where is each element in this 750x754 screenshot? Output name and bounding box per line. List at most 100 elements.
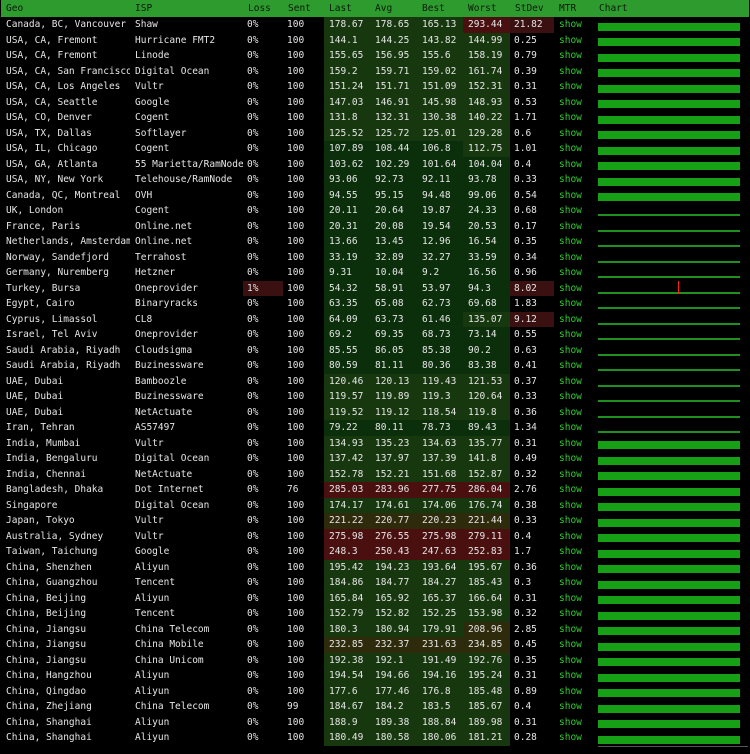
col-worst[interactable]: Worst	[463, 0, 510, 17]
cell-isp: Google	[135, 96, 170, 108]
mtr-show-link[interactable]: show	[554, 95, 594, 111]
latency-sparkline	[598, 673, 740, 682]
mtr-show-link[interactable]: show	[554, 17, 594, 33]
col-best[interactable]: Best	[417, 0, 463, 17]
mtr-show-link[interactable]: show	[554, 498, 594, 514]
mtr-show-link[interactable]: show	[554, 219, 594, 235]
cell-worst: 129.28	[463, 125, 510, 141]
mtr-show-link[interactable]: show	[554, 467, 594, 483]
latency-sparkline	[598, 245, 740, 248]
mtr-show-link[interactable]: show	[554, 389, 594, 405]
table-row: Iran, Tehran AS57497 0% 100 79.22 80.11 78.73 8…	[1, 420, 749, 436]
cell-isp: Aliyun	[135, 716, 170, 728]
mtr-show-link[interactable]: show	[554, 668, 594, 684]
mtr-show-link[interactable]: show	[554, 64, 594, 80]
cell-best: 85.38	[417, 342, 463, 358]
col-loss[interactable]: Loss	[243, 0, 283, 17]
table-row: India, Chennai NetActuate 0% 100 152.78 152.2…	[1, 466, 749, 483]
mtr-show-link[interactable]: show	[554, 436, 594, 452]
mtr-show-link[interactable]: show	[554, 699, 594, 715]
mtr-show-link[interactable]: show	[554, 172, 594, 188]
cell-avg: 146.91	[370, 94, 417, 110]
mtr-show-link[interactable]: show	[554, 141, 594, 157]
cell-isp: Aliyun	[135, 685, 170, 697]
cell-stdev: 2.85	[514, 623, 537, 635]
cell-worst: 135.77	[463, 435, 510, 451]
mtr-show-link[interactable]: show	[554, 188, 594, 204]
cell-stdev: 2.76	[514, 484, 537, 495]
cell-geo: USA, CA, Fremont	[6, 34, 98, 46]
mtr-show-link[interactable]: show	[554, 110, 594, 126]
col-avg[interactable]: Avg	[370, 0, 417, 17]
mtr-show-link[interactable]: show	[554, 296, 594, 312]
latency-sparkline	[598, 689, 740, 698]
mtr-show-link[interactable]: show	[554, 684, 594, 700]
mtr-show-link[interactable]: show	[554, 529, 594, 545]
latency-report: Geo ISP Loss Sent Last Avg Best Worst St…	[0, 0, 750, 753]
cell-geo: China, Qingdao	[6, 685, 87, 697]
cell-geo: Germany, Nuremberg	[6, 267, 109, 278]
mtr-show-link[interactable]: show	[554, 544, 594, 560]
mtr-show-link[interactable]: show	[554, 405, 594, 421]
mtr-show-link[interactable]: show	[554, 312, 594, 328]
cell-best: 61.46	[417, 311, 463, 327]
cell-isp: Aliyun	[135, 561, 170, 573]
mtr-show-link[interactable]: show	[554, 560, 594, 576]
mtr-show-link[interactable]: show	[554, 250, 594, 266]
cell-loss: 0%	[247, 34, 259, 46]
mtr-show-link[interactable]: show	[554, 730, 594, 746]
cell-worst: 33.59	[463, 249, 510, 265]
mtr-show-link[interactable]: show	[554, 575, 594, 591]
col-last[interactable]: Last	[324, 0, 370, 17]
cell-best: 19.87	[417, 203, 463, 219]
mtr-show-link[interactable]: show	[554, 482, 594, 498]
cell-geo: USA, IL, Chicago	[6, 143, 98, 154]
col-isp[interactable]: ISP	[130, 0, 243, 17]
mtr-show-link[interactable]: show	[554, 126, 594, 142]
mtr-show-link[interactable]: show	[554, 653, 594, 669]
col-geo[interactable]: Geo	[1, 0, 130, 17]
mtr-show-link[interactable]: show	[554, 358, 594, 374]
latency-sparkline	[598, 611, 740, 620]
cell-last: 152.78	[324, 466, 370, 482]
mtr-show-link[interactable]: show	[554, 265, 594, 281]
mtr-show-link[interactable]: show	[554, 157, 594, 173]
mtr-show-link[interactable]: show	[554, 33, 594, 49]
latency-sparkline	[598, 146, 740, 155]
mtr-show-link[interactable]: show	[554, 591, 594, 607]
mtr-show-link[interactable]: show	[554, 715, 594, 731]
mtr-show-link[interactable]: show	[554, 451, 594, 467]
cell-sent: 100	[287, 623, 305, 635]
mtr-show-link[interactable]: show	[554, 343, 594, 359]
col-mtr[interactable]: MTR	[554, 0, 594, 17]
mtr-show-link[interactable]: show	[554, 234, 594, 250]
cell-best: 179.91	[417, 621, 463, 637]
mtr-show-link[interactable]: show	[554, 374, 594, 390]
latency-sparkline	[598, 565, 740, 574]
cell-avg: 184.77	[370, 575, 417, 591]
col-chart[interactable]: Chart	[594, 0, 749, 17]
cell-geo: USA, TX, Dallas	[6, 127, 92, 139]
cell-geo: China, Hangzhou	[6, 670, 92, 681]
mtr-show-link[interactable]: show	[554, 513, 594, 529]
mtr-show-link[interactable]: show	[554, 203, 594, 219]
cell-isp: CL8	[135, 313, 153, 325]
col-stdev[interactable]: StDev	[510, 0, 554, 17]
cell-chart	[594, 374, 749, 390]
cell-worst: 208.96	[463, 621, 510, 637]
mtr-show-link[interactable]: show	[554, 622, 594, 638]
mtr-show-link[interactable]: show	[554, 606, 594, 622]
mtr-show-link[interactable]: show	[554, 79, 594, 95]
table-row: Cyprus, Limassol CL8 0% 100 64.09 63.73 61.46 1…	[1, 311, 749, 328]
mtr-show-link[interactable]: show	[554, 48, 594, 64]
cell-loss: 0%	[247, 189, 259, 201]
col-sent[interactable]: Sent	[283, 0, 324, 17]
mtr-show-link[interactable]: show	[554, 281, 594, 297]
latency-sparkline	[598, 627, 740, 636]
mtr-show-link[interactable]: show	[554, 637, 594, 653]
mtr-show-link[interactable]: show	[554, 327, 594, 343]
cell-stdev: 0.31	[514, 437, 537, 449]
latency-sparkline	[598, 580, 740, 589]
cell-loss: 0%	[247, 96, 259, 108]
mtr-show-link[interactable]: show	[554, 420, 594, 436]
